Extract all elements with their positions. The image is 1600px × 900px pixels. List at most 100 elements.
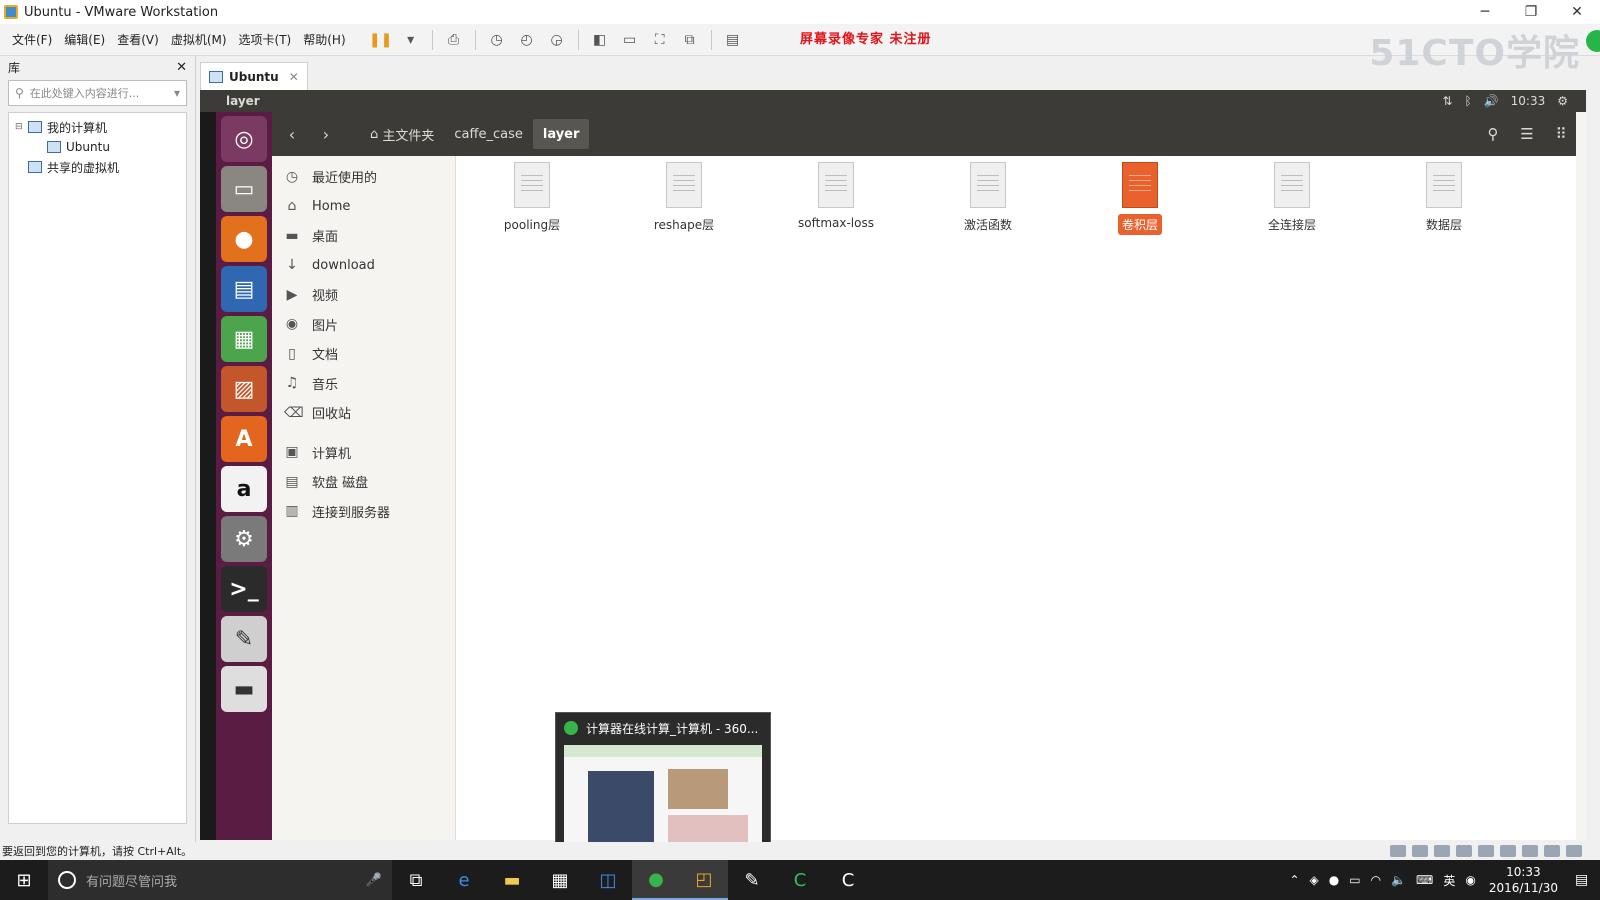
minimize-button[interactable]: ─ (1462, 0, 1508, 24)
wifi-icon[interactable]: ◠ (1371, 873, 1381, 887)
tree-node-shared-vms[interactable]: 共享的虚拟机 (15, 157, 180, 177)
floppy-icon[interactable]: ▬ (221, 666, 267, 712)
sidebar-item-music[interactable]: ♫ 音乐 (272, 369, 455, 399)
tab-close-icon[interactable]: ✕ (289, 70, 299, 84)
volume-icon[interactable]: 🔈 (1391, 873, 1406, 887)
back-button[interactable]: ‹ (278, 120, 306, 148)
library-search-field[interactable]: ⚲ 在此处键入内容进行... ▾ (8, 80, 187, 106)
snapshot-icon[interactable]: ◷ (484, 29, 510, 51)
menu-edit[interactable]: 编辑(E) (58, 31, 111, 48)
calc-icon[interactable]: ▦ (221, 316, 267, 362)
app-icon[interactable]: ◫ (584, 860, 632, 900)
preview-thumbnail[interactable] (564, 745, 762, 847)
vmware-icon[interactable]: ◰ (680, 860, 728, 900)
close-button[interactable]: ✕ (1554, 0, 1600, 24)
sidebar-item-trash[interactable]: ⌫ 回收站 (272, 398, 455, 428)
system-settings-icon[interactable]: ⚙ (221, 516, 267, 562)
floppy-status-icon[interactable] (1434, 845, 1450, 857)
forward-button[interactable]: › (312, 120, 340, 148)
unity-icon[interactable]: ⧉ (677, 29, 703, 51)
task-view-icon[interactable]: ⧉ (392, 860, 440, 900)
send-ctrl-alt-del-icon[interactable]: ⎙ (441, 29, 467, 51)
sidebar-item-desktop[interactable]: ▬ 桌面 (272, 221, 455, 251)
library-close-icon[interactable]: ✕ (176, 60, 187, 75)
camtasia-icon[interactable]: C (776, 860, 824, 900)
firefox-icon[interactable]: ● (221, 216, 267, 262)
cd-status-icon[interactable] (1412, 845, 1428, 857)
list-view-icon[interactable]: ☰ (1510, 120, 1544, 148)
menu-file[interactable]: 文件(F) (6, 31, 58, 48)
thumbnail-bar-icon[interactable]: ▭ (617, 29, 643, 51)
sidebar-item-computer[interactable]: ▣ 计算机 (272, 438, 455, 468)
console-view-icon[interactable]: ▤ (720, 29, 746, 51)
sidebar-item-pictures[interactable]: ◉ 图片 (272, 310, 455, 340)
breadcrumb-layer[interactable]: layer (532, 119, 590, 149)
edge-icon[interactable]: e (440, 860, 488, 900)
menu-tabs[interactable]: 选项卡(T) (233, 31, 298, 48)
ime-indicator[interactable]: 英 (1443, 872, 1455, 889)
battery-icon[interactable]: ▭ (1349, 873, 1360, 887)
file-item[interactable]: softmax-loss (760, 162, 912, 840)
security-icon[interactable]: ◉ (1465, 873, 1475, 887)
volume-icon[interactable]: 🔊 (1484, 94, 1499, 108)
collapse-icon[interactable]: ⊟ (15, 122, 25, 132)
recorder-app-icon[interactable]: C (824, 860, 872, 900)
usb-status-icon[interactable] (1522, 845, 1538, 857)
file-item[interactable]: 激活函数 (912, 162, 1064, 840)
store-icon[interactable]: ▦ (536, 860, 584, 900)
file-explorer-icon[interactable]: ▬ (488, 860, 536, 900)
terminal-icon[interactable]: >_ (221, 566, 267, 612)
browser-360-icon[interactable]: ● (632, 860, 680, 900)
fullscreen-icon[interactable]: ⛶ (647, 29, 673, 51)
tray-app-icon[interactable]: ◈ (1310, 873, 1319, 887)
sidebar-item-download[interactable]: ↓ download (272, 251, 455, 281)
breadcrumb-caffe-case[interactable]: caffe_case (444, 119, 532, 149)
menu-view[interactable]: 查看(V) (111, 31, 165, 48)
show-library-icon[interactable]: ◧ (587, 29, 613, 51)
pause-vm-button[interactable]: ❚❚ (368, 29, 394, 51)
notification-icon[interactable]: ▤ (1575, 872, 1595, 888)
amazon-icon[interactable]: a (221, 466, 267, 512)
paint-icon[interactable]: ✎ (728, 860, 776, 900)
revert-snapshot-icon[interactable]: ◴ (514, 29, 540, 51)
file-item[interactable]: 全连接层 (1216, 162, 1368, 840)
vm-scrollbar[interactable] (1576, 112, 1586, 840)
dash-icon[interactable]: ◎ (221, 116, 267, 162)
sidebar-item-recent[interactable]: ◷ 最近使用的 (272, 162, 455, 192)
file-item-selected[interactable]: 卷积层 (1064, 162, 1216, 840)
tray-360-icon[interactable]: ● (1329, 873, 1339, 887)
writer-icon[interactable]: ▤ (221, 266, 267, 312)
tab-ubuntu[interactable]: Ubuntu ✕ (200, 62, 308, 90)
cortana-search[interactable]: 有问题尽管问我 🎤 (48, 860, 392, 900)
start-button[interactable]: ⊞ (0, 860, 48, 900)
printer-status-icon[interactable] (1478, 845, 1494, 857)
menu-help[interactable]: 帮助(H) (297, 31, 351, 48)
ubuntu-clock[interactable]: 10:33 (1511, 94, 1546, 108)
keyboard-icon[interactable]: ⌨ (1416, 873, 1433, 887)
taskbar-preview[interactable]: 计算器在线计算_计算机 - 360... (555, 712, 771, 854)
chevron-down-icon[interactable]: ▾ (174, 86, 180, 100)
cortana-search-input[interactable]: 有问题尽管问我 (86, 871, 177, 890)
pause-dropdown-icon[interactable]: ▾ (398, 29, 424, 51)
impress-icon[interactable]: ▨ (221, 366, 267, 412)
snapshot-manager-icon[interactable]: ◶ (544, 29, 570, 51)
sidebar-item-floppy[interactable]: ▤ 软盘 磁盘 (272, 467, 455, 497)
tree-node-my-computer[interactable]: ⊟ 我的计算机 (15, 117, 180, 137)
vm-display[interactable]: layer ⇅ ᛒ 🔊 10:33 ⚙ ◎ ▭ ● ▤ ▦ ▨ A a ⚙ >_… (200, 90, 1586, 840)
network-status-icon[interactable] (1456, 845, 1472, 857)
text-editor-icon[interactable]: ✎ (221, 616, 267, 662)
bluetooth-icon[interactable]: ᛒ (1464, 94, 1471, 108)
sidebar-item-home[interactable]: ⌂ Home (272, 192, 455, 222)
hdd-status-icon[interactable] (1390, 845, 1406, 857)
tray-expand-icon[interactable]: ⌃ (1289, 873, 1299, 887)
message-status-icon[interactable] (1566, 845, 1582, 857)
library-search-input[interactable]: 在此处键入内容进行... (30, 85, 174, 101)
sidebar-item-videos[interactable]: ▶ 视频 (272, 280, 455, 310)
files-icon[interactable]: ▭ (221, 166, 267, 212)
network-icon[interactable]: ⇅ (1442, 94, 1452, 108)
menu-vm[interactable]: 虚拟机(M) (165, 31, 233, 48)
software-center-icon[interactable]: A (221, 416, 267, 462)
sidebar-item-connect-server[interactable]: ▥ 连接到服务器 (272, 497, 455, 527)
microphone-icon[interactable]: 🎤 (366, 873, 382, 888)
tree-node-ubuntu[interactable]: Ubuntu (15, 137, 180, 157)
